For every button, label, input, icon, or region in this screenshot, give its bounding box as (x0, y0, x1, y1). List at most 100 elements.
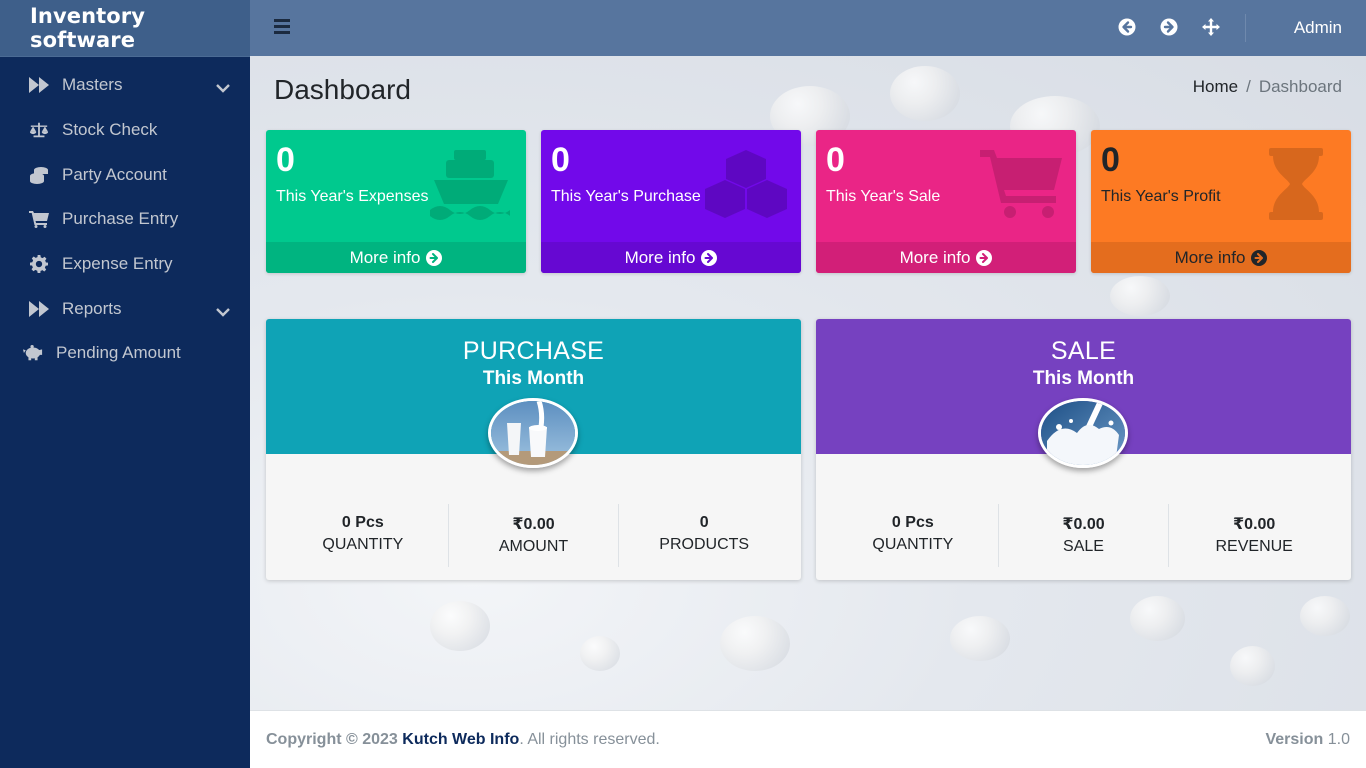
more-info-link[interactable]: More info (541, 242, 801, 273)
company-link[interactable]: Kutch Web Info (402, 731, 519, 748)
fullscreen-move-icon[interactable] (1202, 18, 1220, 36)
milk-glass-image (488, 398, 578, 468)
breadcrumb: Home / Dashboard (1193, 77, 1342, 97)
card-title: SALE (1050, 337, 1117, 365)
sidebar-item-label: Expense Entry (62, 254, 173, 274)
stat-revenue: ₹0.00 REVENUE (1168, 504, 1339, 567)
breadcrumb-separator: / (1246, 77, 1251, 96)
purchase-box: 0 This Year's Purchase More info (541, 130, 801, 273)
copyright-prefix: Copyright © 2023 (266, 731, 398, 748)
stat-label: QUANTITY (322, 536, 404, 553)
profit-box: 0 This Year's Profit More info (1091, 130, 1351, 273)
arrow-circle-right-icon (701, 249, 718, 266)
fast-forward-icon (26, 76, 52, 94)
card-subtitle: This Month (1032, 368, 1135, 389)
box-inner: 0 This Year's Purchase (541, 130, 801, 242)
fast-forward-icon (26, 300, 52, 318)
background-bubble (890, 66, 960, 121)
more-info-link[interactable]: More info (266, 242, 526, 273)
cart-icon (980, 150, 1062, 218)
sidebar-item-expense-entry[interactable]: Expense Entry (0, 242, 250, 287)
sidebar-item-label: Masters (62, 75, 123, 95)
card-subtitle: This Month (482, 368, 585, 389)
main-content: Dashboard Home / Dashboard 0 This Year's E… (250, 56, 1366, 710)
sidebar-item-label: Reports (62, 298, 122, 318)
version-number: 1.0 (1327, 731, 1350, 748)
arrow-circle-right-icon (976, 249, 993, 266)
stat-products: 0 PRODUCTS (618, 504, 789, 567)
more-info-link[interactable]: More info (1091, 242, 1351, 273)
sidebar-item-label: Stock Check (62, 120, 158, 140)
sidebar-nav: Masters Stock Check Party Account Purcha… (0, 57, 250, 376)
background-bubble (1110, 276, 1170, 316)
breadcrumb-home-link[interactable]: Home (1193, 77, 1238, 96)
stat-label: QUANTITY (872, 536, 954, 553)
forward-arrow-icon[interactable] (1160, 18, 1178, 36)
navbar-divider (1245, 14, 1246, 42)
piggy-bank-icon (20, 344, 46, 362)
cubes-icon (705, 150, 787, 218)
menu-toggle-icon[interactable] (274, 19, 290, 35)
top-navbar: Admin (250, 0, 1366, 56)
sidebar-item-reports[interactable]: Reports (0, 286, 250, 331)
box-inner: 0 This Year's Expenses (266, 130, 526, 242)
more-info-label: More info (349, 247, 421, 267)
sidebar-item-masters[interactable]: Masters (0, 63, 250, 108)
sidebar-item-pending-amount[interactable]: Pending Amount (0, 331, 250, 376)
balance-scale-icon (26, 121, 52, 139)
background-bubble (1230, 646, 1275, 686)
stat-label: PRODUCTS (659, 536, 750, 553)
background-bubble (1300, 596, 1350, 636)
back-arrow-icon[interactable] (1118, 18, 1136, 36)
background-bubble (720, 616, 790, 671)
stat-label: SALE (1063, 538, 1104, 555)
more-info-link[interactable]: More info (816, 242, 1076, 273)
background-bubble (950, 616, 1010, 661)
sidebar-item-label: Purchase Entry (62, 209, 179, 229)
page-title: Dashboard (274, 74, 411, 105)
card-stats: 0 Pcs QUANTITY ₹0.00 SALE ₹0.00 REVENUE (828, 504, 1339, 567)
copyright: Copyright © 2023 Kutch Web Info. All rig… (266, 731, 660, 749)
milk-splash-image (1038, 398, 1128, 468)
stat-value: ₹0.00 (1062, 516, 1105, 533)
stat-amount: ₹0.00 AMOUNT (447, 504, 619, 567)
card-title: PURCHASE (462, 337, 605, 365)
coins-icon (26, 166, 52, 184)
arrow-circle-right-icon (1251, 249, 1268, 266)
more-info-label: More info (899, 247, 971, 267)
expenses-box: 0 This Year's Expenses More info (266, 130, 526, 273)
stat-quantity: 0 Pcs QUANTITY (828, 504, 998, 567)
sidebar: Inventory software Masters Stock Check P… (0, 0, 250, 768)
stat-sale: ₹0.00 SALE (997, 504, 1169, 567)
sidebar-item-party-account[interactable]: Party Account (0, 152, 250, 197)
gear-icon (26, 255, 52, 274)
purchase-month-card: PURCHASE This Month 0 Pcs QUANTITY ₹0.00 A… (266, 319, 801, 580)
cart-icon (26, 210, 52, 229)
box-inner: 0 This Year's Sale (816, 130, 1076, 242)
sidebar-item-purchase-entry[interactable]: Purchase Entry (0, 197, 250, 242)
ship-icon (430, 150, 510, 220)
version-info: Version 1.0 (1265, 731, 1350, 749)
box-inner: 0 This Year's Profit (1091, 130, 1351, 242)
sale-box: 0 This Year's Sale More info (816, 130, 1076, 273)
copyright-suffix: . All rights reserved. (519, 731, 660, 748)
sidebar-item-stock-check[interactable]: Stock Check (0, 108, 250, 153)
breadcrumb-current: Dashboard (1258, 77, 1342, 96)
brand-title: Inventory software (30, 4, 146, 52)
user-menu[interactable]: Admin (1294, 18, 1342, 38)
sale-month-card: SALE This Month 0 Pcs QUANTITY ₹0.00 SALE … (816, 319, 1351, 580)
sidebar-item-label: Pending Amount (56, 343, 181, 363)
arrow-circle-right-icon (426, 249, 443, 266)
background-bubble (580, 636, 620, 671)
stat-value: ₹0.00 (512, 516, 555, 533)
stat-value: 0 Pcs (891, 514, 934, 531)
footer: Copyright © 2023 Kutch Web Info. All rig… (250, 710, 1366, 768)
sidebar-item-label: Party Account (62, 164, 167, 184)
stat-value: 0 (699, 514, 709, 531)
stat-quantity: 0 Pcs QUANTITY (278, 504, 448, 567)
hourglass-icon (1269, 148, 1323, 220)
card-stats: 0 Pcs QUANTITY ₹0.00 AMOUNT 0 PRODUCTS (278, 504, 789, 567)
stat-value: ₹0.00 (1233, 516, 1276, 533)
stat-label: REVENUE (1215, 538, 1293, 555)
brand-logo[interactable]: Inventory software (0, 0, 250, 57)
